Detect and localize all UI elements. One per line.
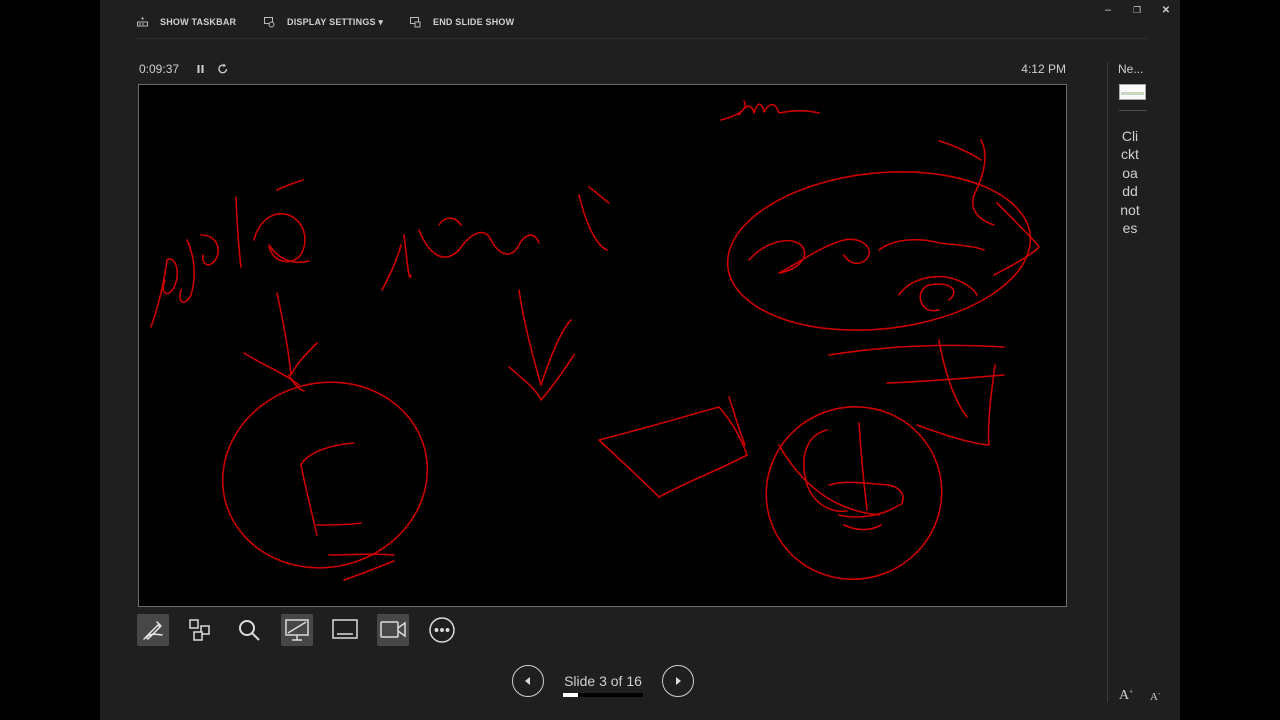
zoom-icon <box>239 620 260 641</box>
camera-icon <box>380 621 406 638</box>
next-icon <box>676 677 681 685</box>
slide-progress-bar <box>563 693 643 697</box>
display-settings-icon <box>264 16 275 27</box>
slide-progress-fill <box>563 693 578 697</box>
show-taskbar-label: SHOW TASKBAR <box>160 17 237 27</box>
end-show-icon <box>410 16 421 27</box>
elapsed-timer: 0:09:37 <box>139 62 180 76</box>
presenter-view: SHOW TASKBAR DISPLAY SETTINGS ▾ END SLID… <box>100 0 1180 720</box>
close-icon: ✕ <box>1161 4 1171 16</box>
display-settings-label: DISPLAY SETTINGS ▾ <box>287 16 384 27</box>
subtitles-icon <box>332 619 358 639</box>
slide-counter[interactable]: Slide 3 of 16 <box>563 673 643 689</box>
next-slide-label: Ne... <box>1118 62 1144 76</box>
display-settings-button[interactable]: DISPLAY SETTINGS ▾ <box>264 14 383 30</box>
more-options-button[interactable] <box>426 614 458 646</box>
next-slide-thumbnail-strip <box>1121 92 1144 95</box>
zoom-button[interactable] <box>233 614 265 646</box>
close-button[interactable]: ✕ <box>1156 2 1176 18</box>
camera-button[interactable] <box>377 614 409 646</box>
increase-font-button[interactable]: A+ <box>1119 687 1133 704</box>
current-time: 4:12 PM <box>1021 62 1066 76</box>
black-screen-icon <box>285 619 309 641</box>
pen-tool-button[interactable] <box>137 614 169 646</box>
show-taskbar-button[interactable]: SHOW TASKBAR <box>137 14 236 30</box>
reset-timer-button[interactable] <box>216 62 230 76</box>
more-options-icon <box>429 617 455 643</box>
current-slide[interactable] <box>138 84 1067 607</box>
decrease-font-button[interactable]: A- <box>1150 689 1160 703</box>
restart-icon <box>218 63 228 74</box>
previous-icon <box>525 677 530 685</box>
restore-icon: ❐ <box>1132 4 1142 15</box>
speaker-notes[interactable]: Clicktoaddnotes <box>1119 127 1141 237</box>
pause-timer-button[interactable] <box>194 62 208 76</box>
restore-button[interactable]: ❐ <box>1127 2 1147 18</box>
pause-icon <box>197 65 204 73</box>
taskbar-icon <box>137 17 148 27</box>
end-slide-show-button[interactable]: END SLIDE SHOW <box>410 14 514 30</box>
ink-annotations <box>150 100 1040 581</box>
previous-slide-button[interactable] <box>512 665 544 697</box>
minimize-icon: – <box>1104 4 1112 16</box>
slides-grid-icon <box>189 619 210 641</box>
minimize-button[interactable]: – <box>1098 2 1118 18</box>
toolbar-divider <box>135 38 1148 39</box>
subtitles-button[interactable] <box>329 614 361 646</box>
pen-icon <box>143 621 163 641</box>
end-slide-show-label: END SLIDE SHOW <box>433 17 515 27</box>
notes-pane-divider[interactable] <box>1107 62 1108 702</box>
increase-font-icon: A+ <box>1119 687 1134 703</box>
black-screen-button[interactable] <box>281 614 313 646</box>
notes-separator <box>1119 110 1147 111</box>
decrease-font-icon: A- <box>1150 689 1161 703</box>
next-slide-button[interactable] <box>662 665 694 697</box>
see-all-slides-button[interactable] <box>184 614 216 646</box>
top-toolbar: SHOW TASKBAR DISPLAY SETTINGS ▾ END SLID… <box>100 0 1180 40</box>
